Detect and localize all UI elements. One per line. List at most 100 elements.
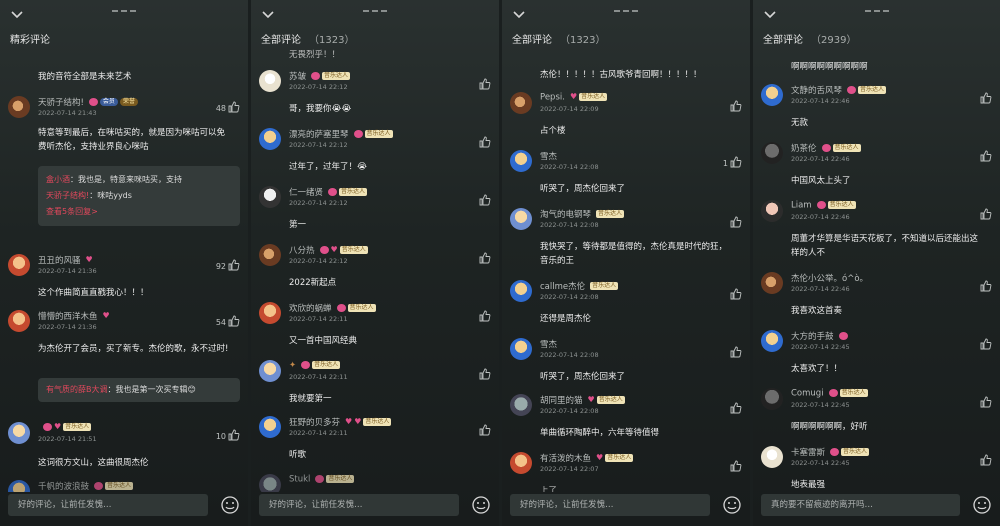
avatar[interactable] xyxy=(510,92,532,114)
username[interactable]: Liam 音乐达人 xyxy=(791,200,856,211)
thumbs-up-icon[interactable] xyxy=(479,78,491,90)
drag-handle[interactable] xyxy=(363,10,387,15)
thumbs-up-icon[interactable] xyxy=(730,460,742,472)
thumbs-up-icon[interactable] xyxy=(228,101,240,113)
thumbs-up-icon[interactable] xyxy=(479,368,491,380)
username[interactable]: 天骄子结构! 会员 荣誉 xyxy=(38,96,138,108)
thumbs-up-icon[interactable] xyxy=(228,259,240,271)
avatar[interactable] xyxy=(8,480,30,492)
thumbs-up-icon[interactable] xyxy=(228,315,240,327)
username[interactable]: 丑丑的风骚 ♥ xyxy=(38,254,93,267)
username[interactable]: 欢欣的蜗蝉 音乐达人 xyxy=(289,302,376,314)
avatar[interactable] xyxy=(8,422,30,444)
thumbs-up-icon[interactable] xyxy=(980,338,992,350)
avatar[interactable] xyxy=(8,254,30,276)
avatar[interactable] xyxy=(259,360,281,382)
avatar[interactable] xyxy=(761,272,783,294)
thumbs-up-icon[interactable] xyxy=(730,402,742,414)
thumbs-up-icon[interactable] xyxy=(479,136,491,148)
username[interactable]: 奶茶伦 音乐达人 xyxy=(791,142,861,154)
drag-handle[interactable] xyxy=(864,10,889,15)
thumbs-up-icon[interactable] xyxy=(479,310,491,322)
avatar[interactable] xyxy=(761,200,783,222)
thumbs-up-icon[interactable] xyxy=(980,280,992,292)
avatar[interactable] xyxy=(8,310,30,332)
username[interactable]: 雪杰 xyxy=(540,150,557,162)
thumbs-up-icon[interactable] xyxy=(980,396,992,408)
reply-username[interactable]: 有气质的薛B大调 xyxy=(46,385,108,394)
username[interactable]: 千帆的波浪鼓 音乐达人 xyxy=(38,480,134,492)
thumbs-up-icon[interactable] xyxy=(730,216,742,228)
username[interactable]: callme杰伦 音乐达人 xyxy=(540,280,619,292)
thumbs-up-icon[interactable] xyxy=(730,288,742,300)
username[interactable]: 胡同里的猫 ♥ 音乐达人 xyxy=(540,394,625,406)
username[interactable]: 苏皱 音乐达人 xyxy=(289,70,351,82)
avatar[interactable] xyxy=(510,208,532,230)
thumbs-up-icon[interactable] xyxy=(730,346,742,358)
thumbs-up-icon[interactable] xyxy=(479,252,491,264)
avatar[interactable] xyxy=(761,84,783,106)
username[interactable]: Pepsi. ♥ 音乐达人 xyxy=(540,92,608,103)
thumbs-up-icon[interactable] xyxy=(980,150,992,162)
username[interactable]: 淘气的电钢琴 音乐达人 xyxy=(540,208,625,220)
drag-handle[interactable] xyxy=(614,10,638,15)
username[interactable]: 仁一绪贤 音乐达人 xyxy=(289,186,368,198)
thumbs-up-icon[interactable] xyxy=(730,100,742,112)
thumbs-up-icon[interactable] xyxy=(980,208,992,220)
emoji-icon[interactable] xyxy=(972,495,992,515)
username[interactable]: 雪杰 xyxy=(540,338,557,350)
username[interactable]: 杰伦小公举。ó^ò。 xyxy=(791,272,868,284)
drag-handle[interactable] xyxy=(112,10,136,15)
username[interactable]: 卡塞雷斯 音乐达人 xyxy=(791,446,870,458)
username[interactable]: ♥ 音乐达人 xyxy=(38,422,92,433)
avatar[interactable] xyxy=(259,416,281,438)
view-replies-link[interactable]: 查看5条回复> xyxy=(46,204,232,220)
avatar[interactable] xyxy=(761,388,783,410)
comment-feed[interactable]: 杰伦！！！！！古风歌爷青回啊！！！！！ Pepsi. ♥ 音乐达人 2022-07-… xyxy=(502,48,750,492)
chevron-down-icon[interactable] xyxy=(763,8,777,22)
avatar[interactable] xyxy=(510,394,532,416)
thumbs-up-icon[interactable] xyxy=(228,429,240,441)
avatar[interactable] xyxy=(510,338,532,360)
comment-input[interactable]: 真的要不留痕迹的离开吗… xyxy=(761,494,960,516)
comment-input[interactable]: 好的评论，让前任发愧… xyxy=(8,494,208,516)
avatar[interactable] xyxy=(259,70,281,92)
thumbs-up-icon[interactable] xyxy=(980,454,992,466)
avatar[interactable] xyxy=(510,452,532,474)
username[interactable]: 狂野的贝多芬 ♥ ♥ 音乐达人 xyxy=(289,416,392,428)
avatar[interactable] xyxy=(259,186,281,208)
username[interactable]: 大方的手鼓 xyxy=(791,330,848,342)
username[interactable]: ✦ 音乐达人 xyxy=(289,360,341,371)
username[interactable]: 文静的舌风琴 音乐达人 xyxy=(791,84,887,96)
emoji-icon[interactable] xyxy=(220,495,240,515)
avatar[interactable] xyxy=(259,128,281,150)
avatar[interactable] xyxy=(259,474,281,492)
emoji-icon[interactable] xyxy=(722,495,742,515)
comment-feed[interactable]: 无畏烈乎！！ 苏皱 音乐达人 2022-07-14 22:12 哥，我要你😭😭 漂… xyxy=(251,48,499,492)
comment-feed[interactable]: 我的音符全部是未来艺术 天骄子结构! 会员 荣誉 2022-07-14 21:43 … xyxy=(0,48,248,492)
username[interactable]: 有活泼的木鱼 ♥ 音乐达人 xyxy=(540,452,634,464)
username[interactable]: Comugi 音乐达人 xyxy=(791,388,868,399)
comment-input[interactable]: 好的评论，让前任发愧… xyxy=(510,494,710,516)
username[interactable]: Stukl 音乐达人 xyxy=(289,474,355,485)
reply-username[interactable]: 盒小酒 xyxy=(46,175,70,184)
avatar[interactable] xyxy=(510,280,532,302)
comment-feed[interactable]: 啊啊啊啊啊啊啊啊啊 文静的舌风琴 音乐达人 2022-07-14 22:46 无款… xyxy=(753,48,1000,492)
username[interactable]: 懵懵的西洋木鱼 ♥ xyxy=(38,310,110,323)
avatar[interactable] xyxy=(761,142,783,164)
thumbs-up-icon[interactable] xyxy=(730,156,742,168)
username[interactable]: 漂亮的萨塞里琴 音乐达人 xyxy=(289,128,393,140)
chevron-down-icon[interactable] xyxy=(512,8,526,22)
chevron-down-icon[interactable] xyxy=(10,8,24,22)
chevron-down-icon[interactable] xyxy=(261,8,275,22)
avatar[interactable] xyxy=(761,330,783,352)
avatar[interactable] xyxy=(8,96,30,118)
comment-input[interactable]: 好的评论，让前任发愧… xyxy=(259,494,459,516)
avatar[interactable] xyxy=(259,302,281,324)
avatar[interactable] xyxy=(259,244,281,266)
username[interactable]: 八分热 ♥ 音乐达人 xyxy=(289,244,368,256)
avatar[interactable] xyxy=(761,446,783,468)
thumbs-up-icon[interactable] xyxy=(980,92,992,104)
thumbs-up-icon[interactable] xyxy=(479,424,491,436)
reply-username[interactable]: 天骄子结构! xyxy=(46,191,89,200)
